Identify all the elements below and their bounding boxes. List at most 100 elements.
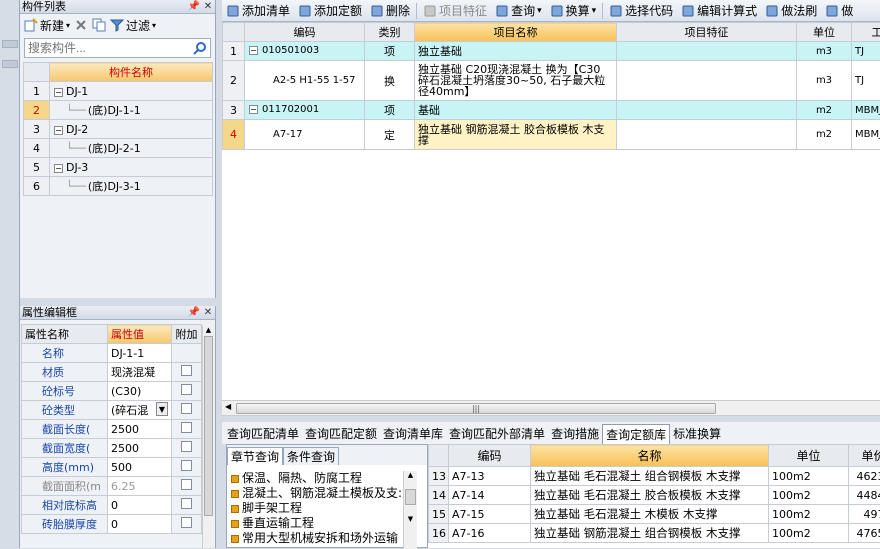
quota-cell-price[interactable]: 4484.6: [849, 486, 880, 505]
property-row[interactable]: 截面宽度(2500: [22, 439, 202, 458]
bill-row[interactable]: 2A2-5 H1-55 1-57换独立基础 C20现浇混凝土 换为【C30 碎石…: [223, 61, 880, 101]
extra-checkbox[interactable]: [181, 441, 192, 452]
tree-node[interactable]: 常用大型机械安拆和场外运输: [227, 531, 403, 546]
bill-cell-ex[interactable]: TJ: [852, 61, 880, 101]
scroll-thumb[interactable]: |||: [236, 403, 716, 414]
column-header[interactable]: 单位: [769, 445, 849, 467]
extra-checkbox[interactable]: [181, 422, 192, 433]
quota-cell-price[interactable]: 4623.0: [849, 467, 880, 486]
bill-cell-n[interactable]: 1: [223, 42, 245, 61]
component-name-cell[interactable]: └──(底)DJ-1-1: [50, 101, 213, 120]
property-row[interactable]: 材质现浇混凝: [22, 363, 202, 382]
property-value[interactable]: (C30): [108, 382, 172, 401]
quota-cell-name[interactable]: 独立基础 毛石混凝土 组合钢模板 木支撑: [531, 467, 769, 486]
bill-row[interactable]: 3−011702001项基础m2MBMJ: [223, 101, 880, 120]
property-value[interactable]: 0: [108, 496, 172, 515]
bill-cell-name[interactable]: 独立基础: [415, 42, 617, 61]
property-row[interactable]: 名称DJ-1-1: [22, 344, 202, 363]
tree-node[interactable]: 保温、隔热、防腐工程: [227, 471, 403, 486]
quota-cell-code[interactable]: A7-14: [449, 486, 531, 505]
bill-cell-feat[interactable]: [617, 61, 797, 101]
tree-node[interactable]: 混凝土、钢筋混凝土模板及支:: [227, 486, 403, 501]
column-header[interactable]: 名称: [531, 445, 769, 467]
bill-row[interactable]: 4A7-17定独立基础 钢筋混凝土 胶合板模板 木支撑m2MBMJ: [223, 120, 880, 150]
bill-cell-unit[interactable]: m3: [797, 42, 852, 61]
bill-cell-cat[interactable]: 换: [365, 61, 415, 101]
quota-cell-code[interactable]: A7-16: [449, 524, 531, 543]
pin-icon[interactable]: 📌: [187, 306, 201, 320]
toolbar-button-feature[interactable]: 项目特征: [419, 1, 491, 21]
component-name-cell[interactable]: −DJ-1: [50, 82, 213, 101]
bill-cell-feat[interactable]: [617, 101, 797, 120]
table-row[interactable]: 1−DJ-1: [24, 82, 213, 101]
close-icon[interactable]: ✕: [201, 306, 215, 320]
column-header[interactable]: 类别: [365, 23, 415, 42]
extra-checkbox[interactable]: [181, 384, 192, 395]
collapse-toggle-icon[interactable]: −: [54, 164, 63, 173]
table-row[interactable]: 4└──(底)DJ-2-1: [24, 139, 213, 158]
bill-cell-ex[interactable]: MBMJ: [852, 101, 880, 120]
bill-cell-n[interactable]: 3: [223, 101, 245, 120]
bill-cell-n[interactable]: 2: [223, 61, 245, 101]
quota-cell-unit[interactable]: 100m2: [769, 524, 849, 543]
bill-cell-name[interactable]: 独立基础 钢筋混凝土 胶合板模板 木支撑: [415, 120, 617, 150]
quota-cell-n[interactable]: 16: [429, 524, 449, 543]
filter-button[interactable]: 过滤▾: [110, 17, 156, 34]
column-header[interactable]: 工: [852, 23, 880, 42]
tab-condition-query[interactable]: 条件查询: [283, 447, 339, 465]
quota-row[interactable]: 14A7-14独立基础 毛石混凝土 胶合板模板 木支撑100m24484.6: [429, 486, 880, 505]
toolbar-button-add-quota[interactable]: 添加定额: [294, 1, 366, 21]
quota-cell-unit[interactable]: 100m2: [769, 467, 849, 486]
property-value[interactable]: 0: [108, 515, 172, 534]
column-header-component-name[interactable]: 构件名称: [50, 63, 213, 82]
toolbar-button-add-list[interactable]: 添加清单: [222, 1, 294, 21]
quota-cell-n[interactable]: 14: [429, 486, 449, 505]
dock-tab[interactable]: [2, 40, 18, 48]
dock-tab[interactable]: [2, 60, 18, 68]
horizontal-scrollbar[interactable]: ◀ |||: [222, 400, 880, 416]
extra-checkbox[interactable]: [181, 479, 192, 490]
toolbar-button-edit-formula[interactable]: 编辑计算式: [677, 1, 761, 21]
property-value[interactable]: 500: [108, 458, 172, 477]
table-row[interactable]: 6└──(底)DJ-3-1: [24, 177, 213, 196]
property-value[interactable]: 2500: [108, 439, 172, 458]
property-scrollbar[interactable]: ▲: [202, 326, 214, 548]
table-row[interactable]: 2└──(底)DJ-1-1: [24, 101, 213, 120]
quota-cell-name[interactable]: 独立基础 钢筋混凝土 组合钢模板 木支撑: [531, 524, 769, 543]
toolbar-button-select-code[interactable]: 选择代码: [605, 1, 677, 21]
bill-cell-name[interactable]: 独立基础 C20现浇混凝土 换为【C30 碎石混凝土坍落度30~50, 石子最大…: [415, 61, 617, 101]
quota-cell-name[interactable]: 独立基础 毛石混凝土 胶合板模板 木支撑: [531, 486, 769, 505]
column-header[interactable]: 编码: [449, 445, 531, 467]
extra-checkbox[interactable]: [181, 517, 192, 528]
tab-chapter-query[interactable]: 章节查询: [227, 447, 283, 465]
bottom-tab[interactable]: 查询措施: [548, 424, 602, 444]
toolbar-button-query[interactable]: 查询▾: [491, 1, 546, 21]
quota-row[interactable]: 16A7-16独立基础 钢筋混凝土 组合钢模板 木支撑100m24765.1: [429, 524, 880, 543]
quota-cell-n[interactable]: 15: [429, 505, 449, 524]
bottom-tab[interactable]: 查询匹配清单: [224, 424, 302, 444]
quota-cell-n[interactable]: 13: [429, 467, 449, 486]
bill-cell-cat[interactable]: 定: [365, 120, 415, 150]
component-name-cell[interactable]: └──(底)DJ-2-1: [50, 139, 213, 158]
table-row[interactable]: 3−DJ-2: [24, 120, 213, 139]
property-row[interactable]: 相对底标高0: [22, 496, 202, 515]
extra-checkbox[interactable]: [181, 460, 192, 471]
bill-cell-unit[interactable]: m2: [797, 120, 852, 150]
collapse-toggle-icon[interactable]: −: [54, 126, 63, 135]
column-header[interactable]: 项目特征: [617, 23, 797, 42]
bill-cell-n[interactable]: 4: [223, 120, 245, 150]
bill-cell-feat[interactable]: [617, 120, 797, 150]
column-header[interactable]: 项目名称: [415, 23, 617, 42]
close-icon[interactable]: ✕: [201, 0, 215, 14]
quota-cell-name[interactable]: 独立基础 毛石混凝土 木模板 木支撑: [531, 505, 769, 524]
bill-cell-code[interactable]: A2-5 H1-55 1-57: [245, 61, 365, 101]
quota-cell-code[interactable]: A7-13: [449, 467, 531, 486]
component-name-cell[interactable]: −DJ-3: [50, 158, 213, 177]
bottom-tab[interactable]: 查询清单库: [380, 424, 446, 444]
scroll-left-icon[interactable]: ◀: [225, 402, 231, 411]
pin-icon[interactable]: 📌: [187, 0, 201, 14]
property-row[interactable]: 砼标号(C30): [22, 382, 202, 401]
quota-cell-unit[interactable]: 100m2: [769, 505, 849, 524]
quota-cell-price[interactable]: 4765.1: [849, 524, 880, 543]
tree-scrollbar[interactable]: ▲ ▼: [403, 471, 417, 549]
